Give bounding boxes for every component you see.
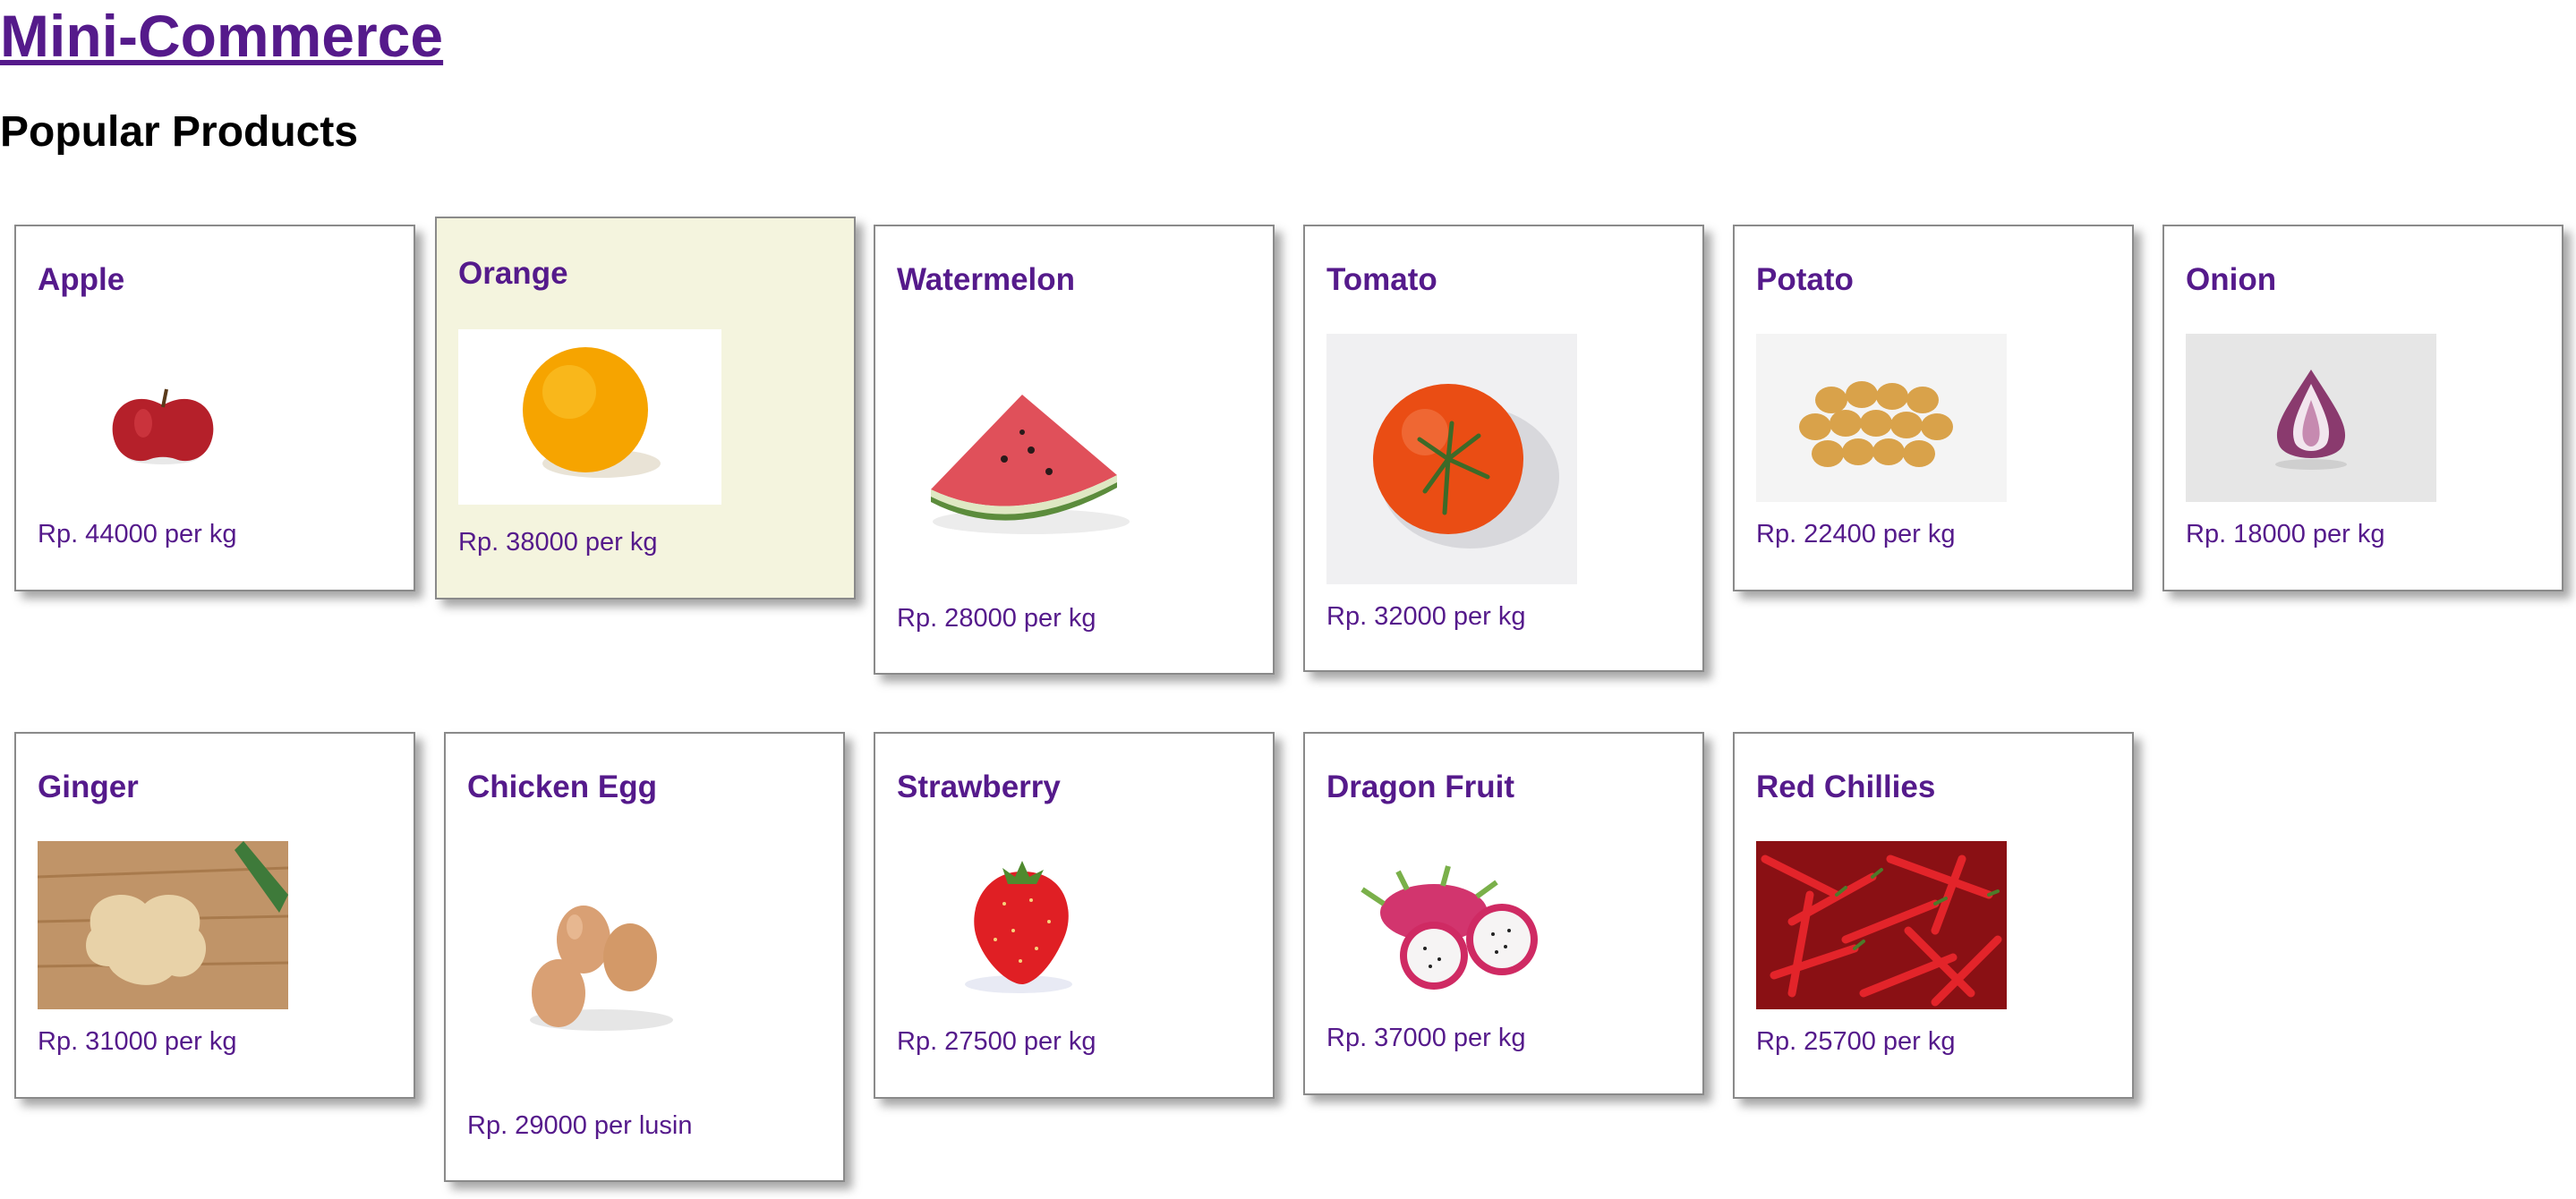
product-card-red-chillies[interactable]: Red Chillies Rp. 25700 per kg xyxy=(1733,732,2134,1099)
strawberry-image xyxy=(897,841,1147,1009)
product-price: Rp. 29000 per lusin xyxy=(467,1111,693,1140)
tomato-image xyxy=(1326,334,1577,584)
product-price: Rp. 37000 per kg xyxy=(1326,1024,1526,1052)
product-price: Rp. 31000 per kg xyxy=(38,1027,237,1056)
product-price: Rp. 44000 per kg xyxy=(38,520,237,548)
product-name: Onion xyxy=(2186,262,2277,297)
onion-image xyxy=(2186,334,2436,502)
product-price: Rp. 38000 per kg xyxy=(458,528,658,557)
product-card-chicken-egg[interactable]: Chicken Egg Rp. 29000 per lusin xyxy=(444,732,845,1182)
product-price: Rp. 27500 per kg xyxy=(897,1027,1096,1056)
chillies-image xyxy=(1756,841,2007,1009)
orange-image xyxy=(458,329,721,505)
product-card-ginger[interactable]: Ginger Rp. 31000 per kg xyxy=(14,732,415,1099)
product-card-apple[interactable]: Apple Rp. 44000 per kg xyxy=(14,225,415,591)
product-card-watermelon[interactable]: Watermelon Rp. 28000 per kg xyxy=(874,225,1275,675)
product-name: Chicken Egg xyxy=(467,770,657,804)
product-card-orange[interactable]: Orange Rp. 38000 per kg xyxy=(435,217,856,600)
product-name: Strawberry xyxy=(897,770,1061,804)
egg-image xyxy=(467,832,718,1083)
dragon-fruit-image xyxy=(1326,841,1577,1009)
product-card-potato[interactable]: Potato Rp. 22400 per kg xyxy=(1733,225,2134,591)
product-name: Orange xyxy=(458,256,568,291)
product-name: Red Chillies xyxy=(1756,770,1936,804)
apple-image xyxy=(38,334,288,513)
product-card-tomato[interactable]: Tomato Rp. 32000 per kg xyxy=(1303,225,1704,672)
product-price: Rp. 32000 per kg xyxy=(1326,602,1526,631)
product-card-strawberry[interactable]: Strawberry Rp. 27500 per kg xyxy=(874,732,1275,1099)
product-name: Dragon Fruit xyxy=(1326,770,1514,804)
product-card-onion[interactable]: Onion Rp. 18000 per kg xyxy=(2162,225,2563,591)
product-name: Potato xyxy=(1756,262,1854,297)
product-name: Tomato xyxy=(1326,262,1437,297)
section-title: Popular Products xyxy=(0,108,359,156)
product-price: Rp. 28000 per kg xyxy=(897,604,1096,633)
product-price: Rp. 25700 per kg xyxy=(1756,1027,1956,1056)
product-price: Rp. 22400 per kg xyxy=(1756,520,1956,548)
product-price: Rp. 18000 per kg xyxy=(2186,520,2385,548)
potato-image xyxy=(1756,334,2007,502)
watermelon-image xyxy=(897,325,1147,575)
site-title-link[interactable]: Mini-Commerce xyxy=(0,0,443,72)
ginger-image xyxy=(38,841,288,1009)
product-name: Ginger xyxy=(38,770,139,804)
product-name: Apple xyxy=(38,262,125,297)
product-card-dragon-fruit[interactable]: Dragon Fruit Rp. 37000 per kg xyxy=(1303,732,1704,1095)
product-name: Watermelon xyxy=(897,262,1076,297)
